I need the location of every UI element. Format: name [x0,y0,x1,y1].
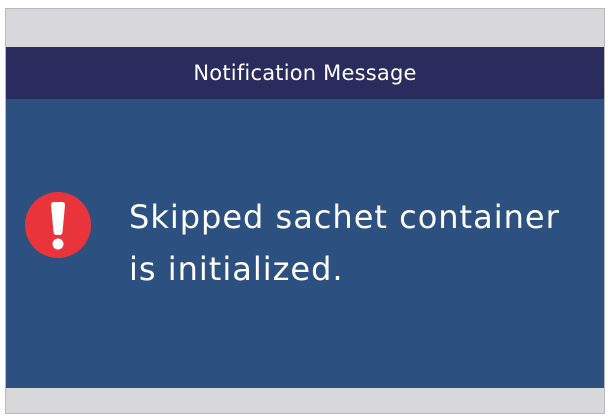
message-line-1: Skipped sachet container [129,198,560,236]
dialog-title-bar: Notification Message [6,47,604,99]
message-line-2: is initialized. [129,250,344,288]
notification-message: Skipped sachet container is initialized. [129,191,589,295]
message-panel: Skipped sachet container is initialized. [6,99,604,388]
dialog-title: Notification Message [193,61,417,85]
alert-exclamation-icon [25,192,91,258]
notification-screen: Notification Message Skipped sachet cont… [5,8,605,414]
